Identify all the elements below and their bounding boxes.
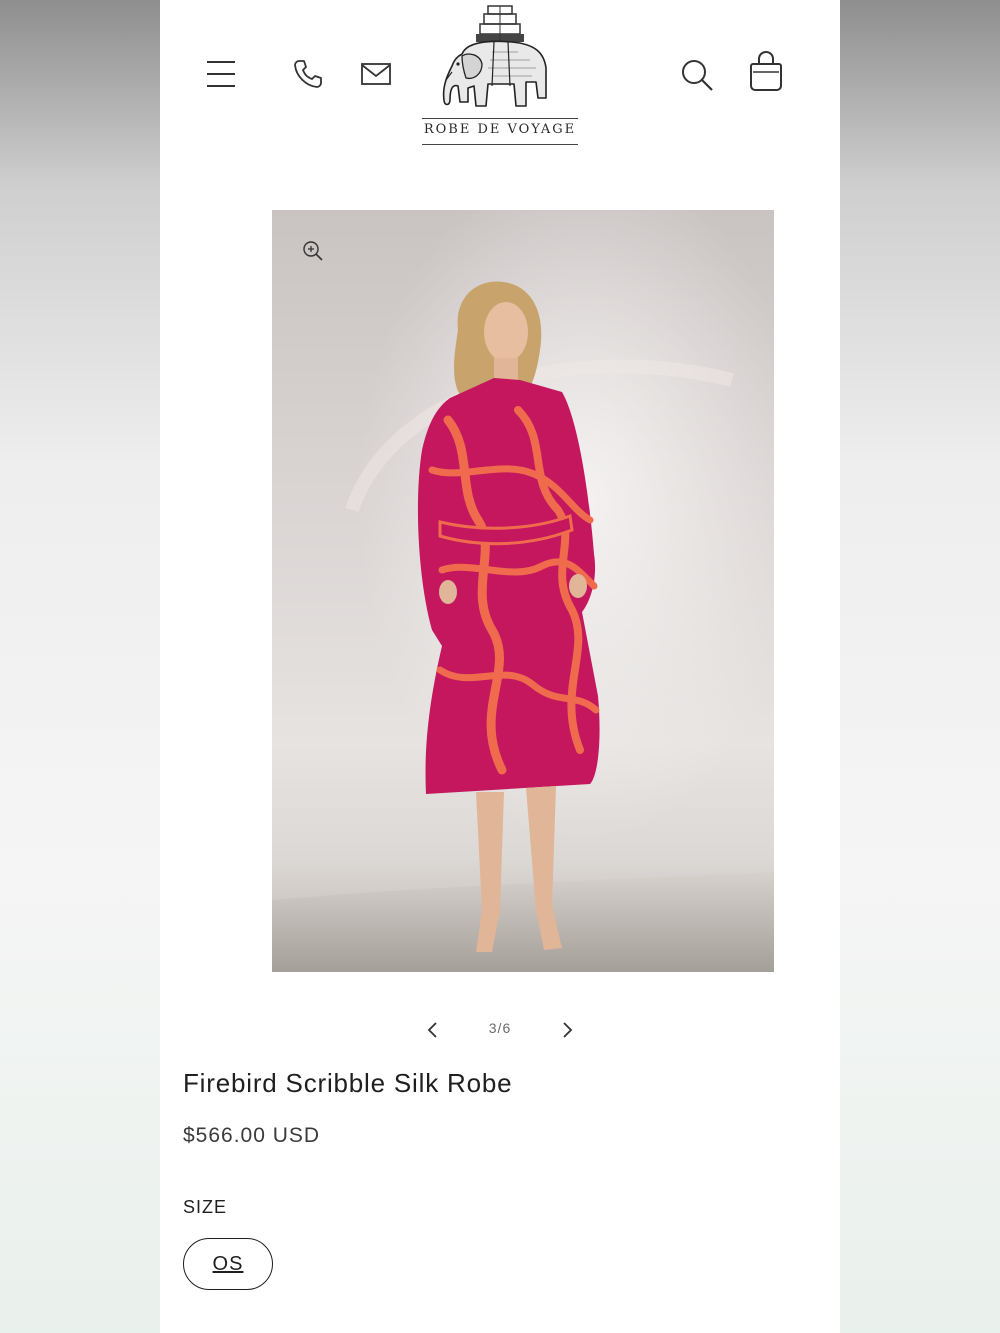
- size-label: SIZE: [183, 1197, 228, 1217]
- product-photo: [272, 210, 774, 972]
- gallery-page-counter: 3/6: [488, 1020, 512, 1036]
- brand-rule-top: [422, 118, 578, 119]
- product-image[interactable]: [272, 210, 774, 972]
- background-right: [840, 0, 1000, 1333]
- mail-icon[interactable]: [360, 61, 392, 91]
- brand-rule-bottom: [422, 144, 578, 145]
- elephant-logo-icon: [442, 5, 547, 107]
- background-left: [0, 0, 160, 1333]
- chevron-right-icon[interactable]: [560, 1021, 574, 1043]
- phone-icon[interactable]: [292, 58, 324, 94]
- brand-logo[interactable]: ROBE DE VOYAGE: [422, 2, 578, 147]
- shopping-bag-icon[interactable]: [749, 50, 783, 96]
- product-price: $566.00 USD: [183, 1124, 321, 1147]
- zoom-icon[interactable]: [302, 240, 324, 266]
- gallery-pager: 3/6: [420, 1015, 580, 1045]
- hamburger-menu-icon[interactable]: [205, 58, 237, 94]
- product-title: Firebird Scribble Silk Robe: [183, 1068, 513, 1098]
- product-page: ROBE DE VOYAGE 3/6 Firebird Scribble Sil…: [160, 0, 840, 1333]
- size-option-os[interactable]: OS: [183, 1238, 273, 1290]
- chevron-left-icon[interactable]: [426, 1021, 440, 1043]
- search-icon[interactable]: [680, 58, 714, 96]
- site-header: ROBE DE VOYAGE: [160, 0, 840, 160]
- brand-name: ROBE DE VOYAGE: [423, 122, 577, 137]
